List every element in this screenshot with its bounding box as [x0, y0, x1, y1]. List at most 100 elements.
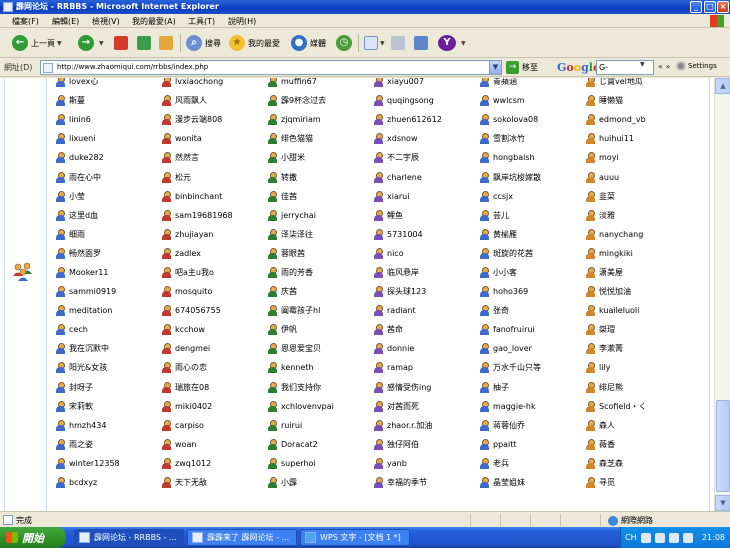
- online-user-link[interactable]: maggie-hk: [480, 397, 586, 416]
- online-user-link[interactable]: 李漱菁: [586, 339, 692, 358]
- online-user-link[interactable]: zwq1012: [162, 454, 268, 473]
- online-user-link[interactable]: lily: [586, 358, 692, 377]
- forward-button[interactable]: → ▼: [78, 34, 104, 52]
- online-user-link[interactable]: lvxiaochong: [162, 78, 268, 91]
- vertical-scrollbar[interactable]: ▲ ▼: [714, 78, 730, 511]
- online-user-link[interactable]: ccsjx: [480, 187, 586, 206]
- online-user-link[interactable]: wwlcsm: [480, 91, 586, 110]
- online-user-link[interactable]: 绯色猫猫: [268, 129, 374, 148]
- menu-view[interactable]: 檢視(V): [92, 16, 120, 27]
- online-user-link[interactable]: carpiso: [162, 416, 268, 435]
- online-user-link[interactable]: 老兵: [480, 454, 586, 473]
- online-user-link[interactable]: 韭菜: [586, 187, 692, 206]
- online-user-link[interactable]: 淡雅: [586, 206, 692, 225]
- edit-button[interactable]: [414, 34, 428, 52]
- online-user-link[interactable]: 临风悬岸: [374, 263, 480, 282]
- online-user-link[interactable]: xiarui: [374, 187, 480, 206]
- scroll-up-button[interactable]: ▲: [715, 78, 730, 94]
- yahoo-button[interactable]: Y ▼: [438, 34, 466, 52]
- google-settings-button[interactable]: Settings: [676, 61, 717, 71]
- online-user-link[interactable]: kcchow: [162, 320, 268, 339]
- online-user-link[interactable]: 转撒: [268, 167, 374, 186]
- online-user-link[interactable]: hongbaish: [480, 148, 586, 167]
- online-user-link[interactable]: donnie: [374, 339, 480, 358]
- online-user-link[interactable]: 小莹: [56, 187, 162, 206]
- online-user-link[interactable]: xchlovenvpai: [268, 397, 374, 416]
- online-user-link[interactable]: 感情受伤ing: [374, 378, 480, 397]
- online-user-link[interactable]: Doracat2: [268, 435, 374, 454]
- online-user-link[interactable]: 封呀子: [56, 378, 162, 397]
- online-user-link[interactable]: mingkiki: [586, 244, 692, 263]
- online-user-link[interactable]: zhaor.r.加油: [374, 416, 480, 435]
- online-user-link[interactable]: 青蘋涵: [480, 78, 586, 91]
- online-user-link[interactable]: wonita: [162, 129, 268, 148]
- online-user-link[interactable]: 桀瑁: [586, 320, 692, 339]
- online-user-link[interactable]: 宋莉軟: [56, 397, 162, 416]
- online-user-link[interactable]: edmond_vb: [586, 110, 692, 129]
- online-user-link[interactable]: duke282: [56, 148, 162, 167]
- google-search-input[interactable]: G-: [596, 60, 654, 75]
- online-user-link[interactable]: じ寶vel地瓜: [586, 78, 692, 91]
- online-user-link[interactable]: auuu: [586, 167, 692, 186]
- online-user-link[interactable]: 探头球123: [374, 282, 480, 301]
- online-user-link[interactable]: winter12358: [56, 454, 162, 473]
- maximize-button[interactable]: □: [704, 1, 716, 13]
- online-user-link[interactable]: 漫步云端808: [162, 110, 268, 129]
- menu-edit[interactable]: 編輯(E): [52, 16, 79, 27]
- online-user-link[interactable]: 然然言: [162, 148, 268, 167]
- online-user-link[interactable]: kenneth: [268, 358, 374, 377]
- online-user-link[interactable]: 芸儿: [480, 206, 586, 225]
- online-user-link[interactable]: ruirui: [268, 416, 374, 435]
- online-user-link[interactable]: 5731004: [374, 225, 480, 244]
- online-user-link[interactable]: charlene: [374, 167, 480, 186]
- online-user-link[interactable]: nico: [374, 244, 480, 263]
- online-user-link[interactable]: 睡懒猫: [586, 91, 692, 110]
- address-dropdown[interactable]: ▼: [489, 60, 502, 75]
- online-user-link[interactable]: Mooker11: [56, 263, 162, 282]
- online-user-link[interactable]: 张奇: [480, 301, 586, 320]
- online-user-link[interactable]: sammi0919: [56, 282, 162, 301]
- online-user-link[interactable]: 小霹: [268, 473, 374, 492]
- online-user-link[interactable]: hoho369: [480, 282, 586, 301]
- online-user-link[interactable]: ramap: [374, 358, 480, 377]
- online-user-link[interactable]: 庆茜: [268, 282, 374, 301]
- online-user-link[interactable]: Scofield・く: [586, 397, 692, 416]
- google-more-button[interactable]: « »: [658, 62, 670, 71]
- online-user-link[interactable]: zjqmiriam: [268, 110, 374, 129]
- online-user-link[interactable]: 我在沉默中: [56, 339, 162, 358]
- task-button-wps[interactable]: WPS 文字 - [文档 1 *]: [300, 529, 410, 546]
- online-user-link[interactable]: 小甜米: [268, 148, 374, 167]
- online-user-link[interactable]: 松元: [162, 167, 268, 186]
- online-user-link[interactable]: 蓉眼茜: [268, 244, 374, 263]
- online-user-link[interactable]: 不二宇辰: [374, 148, 480, 167]
- online-user-link[interactable]: 吧a主u我o: [162, 263, 268, 282]
- online-user-link[interactable]: zhujiayan: [162, 225, 268, 244]
- menu-favorites[interactable]: 我的最愛(A): [132, 16, 176, 27]
- online-user-link[interactable]: 畅然面罗: [56, 244, 162, 263]
- online-user-link[interactable]: woan: [162, 435, 268, 454]
- online-user-link[interactable]: zadlex: [162, 244, 268, 263]
- online-user-link[interactable]: 这里d血: [56, 206, 162, 225]
- go-button[interactable]: → 移至: [506, 61, 538, 74]
- online-user-link[interactable]: 雨之姿: [56, 435, 162, 454]
- online-user-link[interactable]: 雨心の恋: [162, 358, 268, 377]
- online-user-link[interactable]: 674056755: [162, 301, 268, 320]
- online-user-link[interactable]: 绯尼熊: [586, 378, 692, 397]
- online-user-link[interactable]: 薇香: [586, 435, 692, 454]
- online-user-link[interactable]: 雨的芳香: [268, 263, 374, 282]
- online-user-link[interactable]: linin6: [56, 110, 162, 129]
- online-user-link[interactable]: 斑旋的花茜: [480, 244, 586, 263]
- online-user-link[interactable]: quqingsong: [374, 91, 480, 110]
- online-user-link[interactable]: muffin67: [268, 78, 374, 91]
- scroll-thumb[interactable]: [716, 400, 730, 492]
- online-user-link[interactable]: fanofruirui: [480, 320, 586, 339]
- online-user-link[interactable]: 佳茜: [268, 187, 374, 206]
- task-button-rrbbs-2[interactable]: 霹霹来了 霹网论坛 - ...: [187, 529, 297, 546]
- media-button[interactable]: ● 媒體: [291, 34, 326, 52]
- menu-help[interactable]: 說明(H): [228, 16, 256, 27]
- back-button[interactable]: ← 上一頁 ▼: [12, 34, 62, 52]
- online-user-link[interactable]: 伊帆: [268, 320, 374, 339]
- online-user-link[interactable]: 阖霉孩子hl: [268, 301, 374, 320]
- online-user-link[interactable]: bcdxyz: [56, 473, 162, 492]
- online-user-link[interactable]: gao_lover: [480, 339, 586, 358]
